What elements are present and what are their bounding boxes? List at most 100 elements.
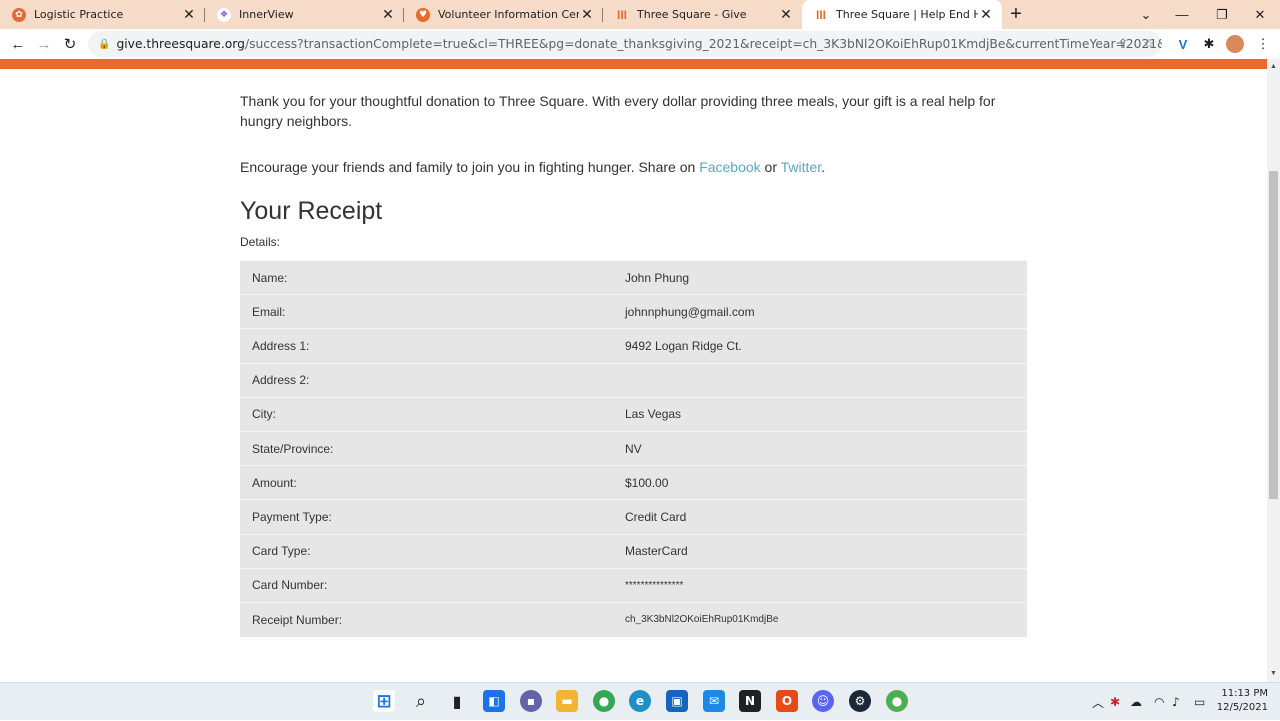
row-value: NV [613, 430, 1027, 466]
tab-search-icon[interactable]: ⌄ [1128, 0, 1164, 29]
scroll-down-icon[interactable]: ▼ [1267, 668, 1280, 680]
tab-title: Volunteer Information Center [438, 8, 579, 21]
details-label: Details: [240, 235, 281, 249]
scroll-up-icon[interactable]: ▲ [1267, 61, 1280, 73]
close-icon[interactable]: ✕ [978, 7, 994, 23]
forward-icon[interactable]: → [31, 31, 57, 57]
row-label: State/Province: [240, 430, 613, 466]
volume-icon[interactable]: ♪ [1172, 683, 1180, 721]
row-label: Receipt Number: [240, 601, 613, 637]
menu-kebab-icon[interactable]: ⋮ [1250, 31, 1276, 57]
share-icon[interactable]: ⇪ [1110, 31, 1136, 57]
share-message: Encourage your friends and family to joi… [240, 157, 1027, 177]
window-close-icon[interactable]: ✕ [1242, 0, 1278, 29]
restore-icon[interactable]: ❐ [1204, 0, 1240, 29]
thank-you-message: Thank you for your thoughtful donation t… [240, 93, 996, 129]
close-icon[interactable]: ✕ [380, 7, 396, 23]
back-icon[interactable]: ← [5, 31, 31, 57]
widgets-icon[interactable]: ◧ [483, 690, 505, 712]
row-value: *************** [613, 567, 1027, 603]
facebook-link[interactable]: Facebook [699, 159, 760, 175]
cloud-icon[interactable]: ☁ [1130, 683, 1142, 721]
row-label: Card Number: [240, 567, 613, 603]
tab-three-square-help-end-hunger[interactable]: ǀǀǀ Three Square | Help End Hunger ✕ [802, 0, 1002, 29]
tab-title: Three Square - Give [637, 8, 747, 21]
browser-toolbar: ← → ↻ 🔒 give.threesquare.org/success?tra… [0, 29, 1280, 59]
edge-icon[interactable]: e [629, 690, 651, 712]
row-value: 9492 Logan Ridge Ct. [613, 328, 1027, 364]
tab-title: InnerView [239, 8, 294, 21]
row-value: johnnphung@gmail.com [613, 294, 1027, 329]
search-icon[interactable]: ⌕ [410, 690, 432, 712]
period-text: . [821, 159, 826, 175]
receipt-table: Name: John Phung Email: johnnphung@gmail.c… [240, 259, 1027, 637]
avatar[interactable] [1222, 31, 1248, 57]
windows-taskbar: ⊞ ⌕ ▮ ◧ ▪ ▬ ● e ▣ ✉ N O ☺ ⚙ ● ︿ ✱ ☁ ◠ ♪ … [0, 682, 1280, 720]
reload-icon[interactable]: ↻ [57, 31, 83, 57]
table-row: Card Type: MasterCard [240, 533, 1027, 569]
new-tab-button[interactable]: + [1002, 1, 1030, 29]
taskbar-clock[interactable]: 11:13 PM 12/5/2021 [1210, 687, 1268, 715]
innerview-favicon-icon: ❖ [217, 7, 231, 22]
bookmark-star-icon[interactable]: ☆ [1136, 31, 1162, 57]
chrome-profile-icon[interactable]: ● [886, 690, 908, 712]
tab-strip: ✿ Logistic Practice ✕ ❖ InnerView ✕ ♥ Vo… [0, 0, 1280, 29]
or-text: or [760, 159, 781, 175]
row-label: Address 2: [240, 362, 613, 398]
notion-icon[interactable]: N [739, 690, 761, 712]
mail-icon[interactable]: ✉ [703, 690, 725, 712]
extensions-puzzle-icon[interactable]: ✱ [1196, 31, 1222, 57]
twitter-link[interactable]: Twitter [781, 159, 821, 175]
tray-app-icon[interactable]: ✱ [1110, 683, 1120, 721]
row-label: Name: [240, 259, 613, 295]
extension-icon[interactable]: V [1170, 31, 1196, 57]
close-icon[interactable]: ✕ [579, 7, 595, 23]
clock-time: 11:13 PM [1221, 688, 1268, 699]
store-icon[interactable]: ▣ [666, 690, 688, 712]
threesquare-favicon-icon: ǀǀǀ [616, 9, 628, 20]
wifi-icon[interactable]: ◠ [1154, 683, 1164, 721]
table-row: Payment Type: Credit Card [240, 499, 1027, 534]
url-path: /success?transactionComplete=true&cl=THR… [244, 37, 1162, 51]
table-row: State/Province: NV [240, 430, 1027, 466]
chrome-icon[interactable]: ● [593, 690, 615, 712]
close-icon[interactable]: ✕ [181, 7, 197, 23]
row-label: Payment Type: [240, 499, 613, 534]
tab-logistic-practice[interactable]: ✿ Logistic Practice ✕ [0, 0, 205, 29]
table-row: Email: johnnphung@gmail.com [240, 294, 1027, 329]
site-header-bar [0, 59, 1267, 69]
tab-volunteer-information-center[interactable]: ♥ Volunteer Information Center ✕ [404, 0, 603, 29]
close-icon[interactable]: ✕ [778, 7, 794, 23]
scrollbar-thumb[interactable] [1269, 171, 1278, 499]
tab-innerview[interactable]: ❖ InnerView ✕ [205, 0, 404, 29]
task-view-icon[interactable]: ▮ [446, 690, 468, 712]
tab-three-square-give[interactable]: ǀǀǀ Three Square - Give ✕ [603, 0, 802, 29]
steam-icon[interactable]: ⚙ [849, 690, 871, 712]
row-value: Las Vegas [613, 396, 1027, 432]
vic-favicon-icon: ♥ [416, 7, 430, 22]
windows-start-icon[interactable]: ⊞ [373, 690, 395, 712]
row-value [613, 362, 1027, 398]
row-label: Email: [240, 294, 613, 329]
discord-icon[interactable]: ☺ [812, 690, 834, 712]
table-row: Receipt Number: ch_3K3bNl2OKoiEhRup01Kmdj… [240, 601, 1027, 637]
row-value: John Phung [613, 259, 1027, 295]
office-icon[interactable]: O [776, 690, 798, 712]
logistic-favicon-icon: ✿ [12, 7, 26, 22]
row-label: Card Type: [240, 533, 613, 569]
row-label: Amount: [240, 465, 613, 500]
clock-date: 12/5/2021 [1216, 702, 1268, 713]
tray-chevron-icon[interactable]: ︿ [1092, 683, 1104, 721]
file-explorer-icon[interactable]: ▬ [556, 690, 578, 712]
row-value: MasterCard [613, 533, 1027, 569]
row-value: ch_3K3bNl2OKoiEhRup01KmdjBe [613, 601, 1027, 637]
table-row: Address 2: [240, 362, 1027, 398]
row-value: $100.00 [613, 465, 1027, 500]
vertical-scrollbar[interactable]: ▲ ▼ [1267, 59, 1280, 682]
tab-title: Logistic Practice [34, 8, 124, 21]
battery-icon[interactable]: ▭ [1194, 683, 1205, 721]
chat-icon[interactable]: ▪ [520, 690, 542, 712]
minimize-icon[interactable]: — [1164, 0, 1200, 29]
table-row: Amount: $100.00 [240, 465, 1027, 500]
address-bar[interactable]: 🔒 give.threesquare.org/success?transacti… [88, 31, 1162, 57]
